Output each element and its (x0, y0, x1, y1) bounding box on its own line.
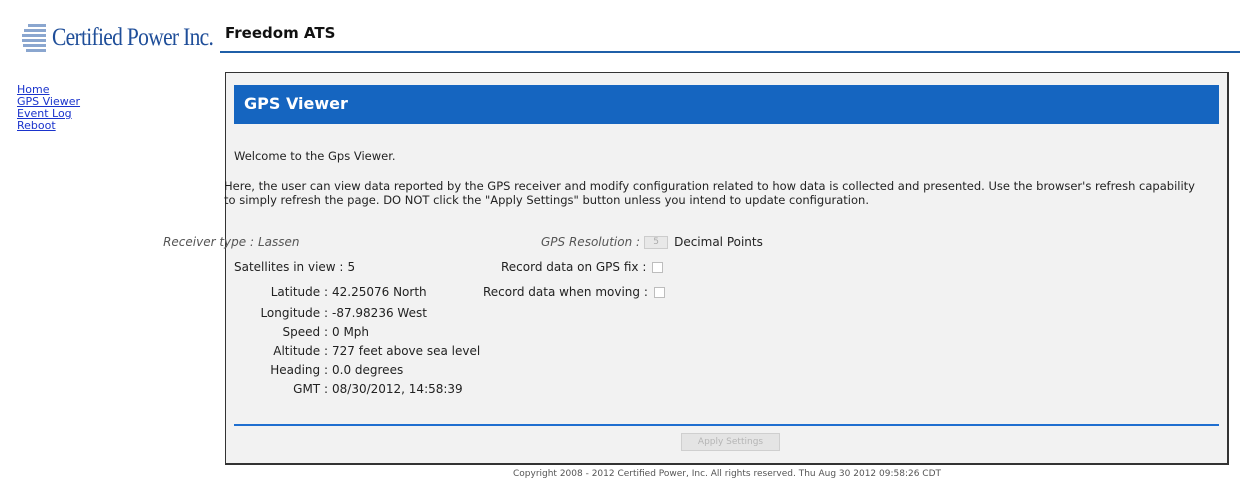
satellites-field: Satellites in view : 5 (234, 260, 355, 274)
longitude-label: Longitude : (260, 306, 328, 320)
latitude-label: Latitude : (270, 285, 328, 299)
satellites-value: 5 (347, 260, 356, 274)
receiver-type-value: Lassen (258, 235, 300, 249)
speed-value: 0 Mph (332, 325, 370, 339)
company-logo: Certified Power Inc. (8, 16, 214, 60)
record-fix-label: Record data on GPS fix : (501, 260, 647, 274)
receiver-type-field: Receiver type : Lassen (104, 235, 300, 249)
gps-resolution-field: GPS Resolution : 5 Decimal Points (541, 235, 763, 249)
panel-title-bar: GPS Viewer (234, 85, 1219, 124)
panel-title: GPS Viewer (244, 94, 348, 113)
panel-footer-divider (234, 424, 1219, 426)
altitude-label: Altitude : (273, 344, 328, 358)
latitude-field: Latitude : 42.25076 North (178, 285, 427, 299)
heading-value: 0.0 degrees (332, 363, 404, 377)
gmt-field: GMT : 08/30/2012, 14:58:39 (178, 382, 463, 396)
speed-field: Speed : 0 Mph (178, 325, 370, 339)
gps-resolution-select[interactable]: 5 (644, 235, 669, 249)
apply-settings-button[interactable]: Apply Settings (681, 433, 780, 451)
altitude-value: 727 feet above sea level (332, 344, 481, 358)
record-moving-label: Record data when moving : (483, 285, 648, 299)
description-text: Here, the user can view data reported by… (224, 179, 1195, 207)
copyright-footer: Copyright 2008 - 2012 Certified Power, I… (512, 469, 942, 479)
record-moving-field: Record data when moving : (483, 285, 665, 299)
welcome-text: Welcome to the Gps Viewer. (234, 149, 396, 163)
gps-viewer-panel: GPS Viewer Welcome to the Gps Viewer. He… (163, 72, 1229, 465)
sidebar-nav: Home GPS Viewer Event Log Reboot (17, 84, 80, 132)
receiver-type-label: Receiver type : (163, 235, 254, 249)
gmt-label: GMT : (293, 382, 328, 396)
altitude-field: Altitude : 727 feet above sea level (178, 344, 480, 358)
longitude-field: Longitude : -87.98236 West (178, 306, 427, 320)
longitude-value: -87.98236 West (332, 306, 427, 320)
logo-swoosh-icon (8, 18, 48, 58)
record-fix-field: Record data on GPS fix : (501, 260, 664, 274)
gmt-value: 08/30/2012, 14:58:39 (332, 382, 463, 396)
header-divider (220, 51, 1240, 53)
heading-field: Heading : 0.0 degrees (178, 363, 403, 377)
gps-resolution-suffix: Decimal Points (674, 235, 763, 249)
logo-text: Certified Power Inc. (52, 24, 214, 51)
latitude-value: 42.25076 North (332, 285, 427, 299)
nav-link-reboot[interactable]: Reboot (17, 120, 80, 132)
page-header-title: Freedom ATS (225, 24, 336, 42)
heading-label: Heading : (270, 363, 328, 377)
satellites-label: Satellites in view : (234, 260, 344, 274)
speed-label: Speed : (282, 325, 328, 339)
record-moving-checkbox[interactable] (653, 286, 665, 298)
gps-resolution-label: GPS Resolution : (541, 235, 641, 249)
record-fix-checkbox[interactable] (652, 261, 664, 273)
